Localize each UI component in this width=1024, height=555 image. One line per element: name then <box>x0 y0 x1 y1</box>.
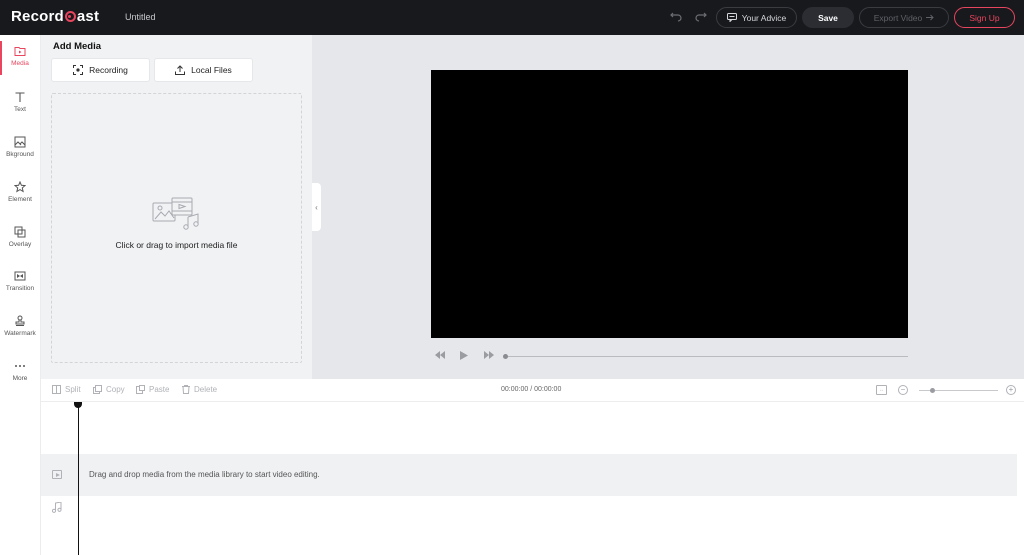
local-files-label: Local Files <box>191 65 232 75</box>
chevron-left-icon: ‹ <box>315 202 318 212</box>
video-track-icon <box>52 470 62 479</box>
zoom-out-icon[interactable]: − <box>898 385 908 395</box>
sidebar-item-more[interactable]: More <box>0 353 40 393</box>
sidebar-item-element[interactable]: Element <box>0 174 40 214</box>
rewind-icon[interactable] <box>435 351 445 359</box>
import-media-icon <box>152 197 199 230</box>
sidebar-item-label: Text <box>14 106 26 113</box>
local-files-button[interactable]: Local Files <box>155 59 252 81</box>
comment-icon <box>726 13 737 22</box>
sidebar-item-label: Overlay <box>8 241 32 248</box>
sidebar-item-media[interactable]: Media <box>0 38 40 78</box>
playback-progress-knob[interactable] <box>503 354 508 359</box>
arrow-right-icon <box>926 14 934 21</box>
zoom-slider-knob[interactable] <box>930 388 935 393</box>
overlay-icon <box>14 226 26 238</box>
sidebar-item-label: Watermark <box>4 330 36 337</box>
export-video-button[interactable]: Export Video <box>859 7 949 28</box>
timecode: 00:00:00 / 00:00:00 <box>501 386 562 393</box>
panel-title: Add Media <box>53 41 102 52</box>
music-note-icon <box>52 502 62 513</box>
your-advice-button[interactable]: Your Advice <box>716 7 797 28</box>
more-icon <box>15 365 25 367</box>
stamp-icon <box>15 315 25 326</box>
video-track[interactable]: Drag and drop media from the media libra… <box>41 454 1017 496</box>
split-button[interactable]: Split <box>52 385 81 394</box>
paste-label: Paste <box>149 385 170 394</box>
text-icon <box>15 92 25 102</box>
sidebar-item-label: Element <box>8 196 32 203</box>
redo-icon[interactable] <box>695 11 707 23</box>
sidebar-item-label: Bkground <box>6 151 34 158</box>
split-icon <box>52 385 61 394</box>
logo-text-left: Record <box>11 8 64 25</box>
sidebar-item-label: Transition <box>5 285 35 292</box>
upload-icon <box>175 65 186 75</box>
fast-forward-icon[interactable] <box>484 351 494 359</box>
video-preview[interactable] <box>431 70 908 338</box>
folder-icon <box>14 47 26 56</box>
logo-record-icon <box>64 11 76 22</box>
zoom-in-icon[interactable]: + <box>1006 385 1016 395</box>
sidebar-item-overlay[interactable]: Overlay <box>0 219 40 259</box>
play-icon[interactable] <box>460 351 468 360</box>
trash-icon <box>182 385 190 394</box>
sign-up-button[interactable]: Sign Up <box>954 7 1015 28</box>
sidebar-item-transition[interactable]: Transition <box>0 263 40 303</box>
delete-label: Delete <box>194 385 218 394</box>
playback-progress-bar[interactable] <box>504 356 908 357</box>
collapse-panel-button[interactable]: ‹ <box>312 183 321 231</box>
top-bar: Record ast Untitled Your Advice Save Expo… <box>0 0 1024 35</box>
copy-label: Copy <box>106 385 125 394</box>
sidebar-item-text[interactable]: Text <box>0 84 40 124</box>
recording-button[interactable]: Recording <box>52 59 149 81</box>
media-dropzone[interactable]: Click or drag to import media file <box>51 93 302 363</box>
preview-area <box>312 35 1024 379</box>
sidebar-item-watermark[interactable]: Watermark <box>0 308 40 348</box>
document-title[interactable]: Untitled <box>125 12 156 22</box>
timeline[interactable]: Drag and drop media from the media libra… <box>41 402 1024 555</box>
logo-text-right: ast <box>76 8 100 25</box>
background-icon <box>14 136 26 148</box>
logo[interactable]: Record ast <box>11 8 99 25</box>
recording-label: Recording <box>89 65 128 75</box>
sidebar-item-label: Media <box>11 60 29 67</box>
star-icon <box>14 181 26 193</box>
paste-button[interactable]: Paste <box>136 385 169 394</box>
zoom-fit-icon[interactable]: ↔ <box>876 385 887 395</box>
undo-icon[interactable] <box>670 11 682 23</box>
copy-icon <box>93 385 102 394</box>
export-video-label: Export Video <box>873 12 923 23</box>
split-label: Split <box>65 385 81 394</box>
your-advice-label: Your Advice <box>741 12 787 23</box>
playhead-line[interactable] <box>78 402 79 555</box>
copy-button[interactable]: Copy <box>93 385 125 394</box>
record-screen-icon <box>73 65 84 75</box>
save-button[interactable]: Save <box>802 7 854 28</box>
timeline-toolbar: Split Copy Paste Delete 00:00:00 / 00:00… <box>41 379 1024 402</box>
transition-icon <box>14 271 26 281</box>
sidebar-item-background[interactable]: Bkground <box>0 129 40 169</box>
media-panel: Add Media Recording Local Files Click or… <box>41 35 312 379</box>
delete-button[interactable]: Delete <box>182 385 217 394</box>
timeline-empty-hint: Drag and drop media from the media libra… <box>89 470 320 479</box>
sidebar-item-label: More <box>12 375 28 382</box>
paste-icon <box>136 385 145 394</box>
sidebar: Media Text Bkground Element Overlay Tran… <box>0 35 41 555</box>
dropzone-text: Click or drag to import media file <box>115 240 238 250</box>
playhead-handle[interactable] <box>74 402 82 408</box>
